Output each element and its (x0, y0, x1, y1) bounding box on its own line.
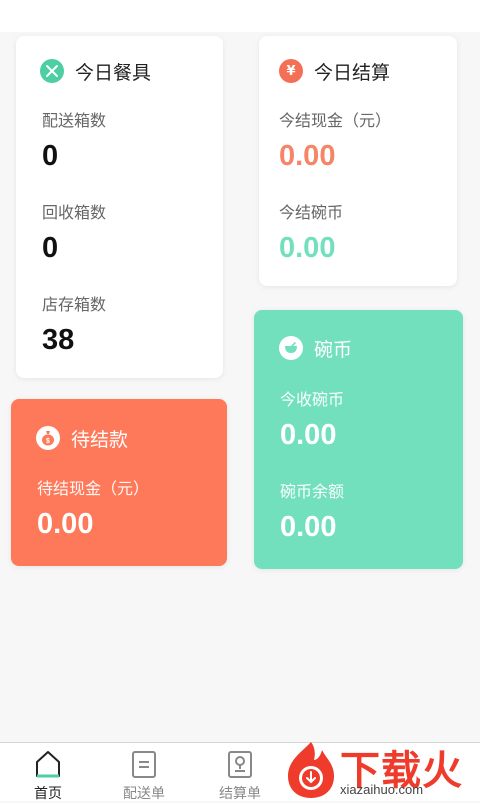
bowl-balance-value: 0.00 (280, 511, 337, 543)
bowl-received-value: 0.00 (280, 419, 337, 451)
fork-knife-icon (40, 59, 64, 83)
settlement-title: ¥ 今日结算 (279, 58, 390, 84)
bowl-icon (279, 336, 303, 360)
svg-text:$: $ (46, 438, 50, 445)
watermark-url: xiazaihuo.com (340, 782, 424, 797)
watermark-logo: 下载火 xiazaihuo.com (282, 738, 480, 800)
money-bag-icon: $ (36, 426, 60, 450)
settlement-document-icon (228, 751, 252, 778)
tableware-title-text: 今日餐具 (75, 61, 152, 84)
pending-cash-value: 0.00 (37, 508, 94, 540)
bowl-received-label: 今收碗币 (280, 390, 345, 409)
nav-label-home: 首页 (34, 786, 62, 802)
stock-value: 38 (42, 324, 75, 356)
tableware-card[interactable]: 今日餐具 配送箱数 0 回收箱数 0 店存箱数 38 (16, 36, 223, 378)
recycled-label: 回收箱数 (42, 203, 107, 222)
pending-title: $ 待结款 (36, 425, 128, 451)
nav-item-settlement[interactable]: 结算单 (192, 743, 288, 802)
bowl-balance-label: 碗币余额 (280, 482, 345, 501)
pending-card[interactable]: $ 待结款 待结现金（元） 0.00 (11, 399, 227, 566)
settlement-cash-value: 0.00 (279, 140, 336, 172)
flame-logo-icon (288, 742, 334, 798)
nav-item-home[interactable]: 首页 (0, 743, 96, 802)
bowl-coin-title-text: 碗币 (314, 338, 353, 361)
nav-item-delivery[interactable]: 配送单 (96, 743, 192, 802)
yen-icon: ¥ (279, 59, 303, 83)
bowl-coin-title: 碗币 (279, 335, 352, 361)
nav-label-delivery: 配送单 (123, 786, 165, 802)
pending-title-text: 待结款 (71, 428, 129, 451)
tableware-title: 今日餐具 (40, 58, 151, 84)
settlement-title-text: 今日结算 (314, 61, 391, 84)
bowl-coin-card[interactable]: 碗币 今收碗币 0.00 碗币余额 0.00 (254, 310, 463, 569)
settlement-cash-label: 今结现金（元） (279, 111, 392, 130)
stock-label: 店存箱数 (42, 295, 107, 314)
recycled-value: 0 (42, 232, 59, 264)
settlement-coin-label: 今结碗币 (279, 203, 344, 222)
settlement-card[interactable]: ¥ 今日结算 今结现金（元） 0.00 今结碗币 0.00 (259, 36, 457, 286)
status-area (0, 0, 480, 32)
pending-cash-label: 待结现金（元） (37, 479, 150, 498)
home-icon (36, 751, 60, 778)
delivered-label: 配送箱数 (42, 111, 107, 130)
nav-label-settlement: 结算单 (219, 786, 261, 802)
settlement-coin-value: 0.00 (279, 232, 336, 264)
list-document-icon (132, 751, 156, 778)
delivered-value: 0 (42, 140, 59, 172)
